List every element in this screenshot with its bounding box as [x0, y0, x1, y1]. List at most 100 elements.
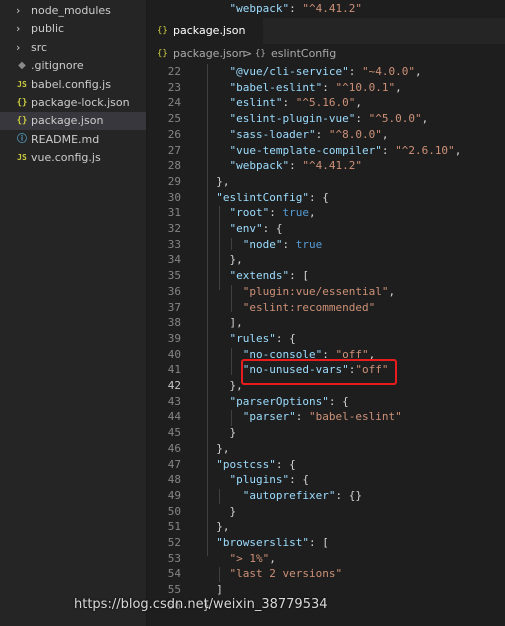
- sidebar-item[interactable]: ◆ .gitignore: [0, 57, 146, 75]
- sidebar-item[interactable]: › src: [0, 39, 146, 57]
- json-file-icon: {}: [157, 26, 168, 36]
- line-text: "parserOptions": {: [229, 394, 349, 408]
- sidebar-item[interactable]: › node_modules: [0, 2, 146, 20]
- code-line: 28 "webpack": "^4.41.2": [147, 158, 505, 174]
- tab-package-json[interactable]: {} package.json: [147, 18, 263, 44]
- line-text: "postcss": {: [216, 457, 296, 471]
- line-text: "sass-loader": "^8.0.0",: [229, 127, 389, 141]
- line-number: 45: [167, 426, 181, 440]
- sidebar-item-label: package-lock.json: [31, 96, 130, 109]
- line-number: 42: [167, 379, 181, 392]
- indent-guide: [231, 238, 232, 250]
- tab-bar: {} package.json: [147, 18, 505, 44]
- code-line: 33 "node": true: [147, 237, 505, 253]
- tab-label: package.json: [173, 24, 246, 37]
- line-text: },: [229, 379, 243, 392]
- line-number: 22: [167, 65, 181, 78]
- code-line: 47 "postcss": {: [147, 457, 505, 473]
- code-line: 39 "rules": {: [147, 331, 505, 347]
- breadcrumb-file[interactable]: package.json: [173, 44, 245, 64]
- line-text: "autoprefixer": {}: [242, 488, 362, 502]
- line-number: 29: [167, 174, 181, 188]
- code-line: 37 "eslint:recommended": [147, 300, 505, 316]
- code-line: 32 "env": {: [147, 221, 505, 237]
- indent-guide: [231, 348, 232, 375]
- code-line: 43 "parserOptions": {: [147, 394, 505, 410]
- sidebar-item[interactable]: JS babel.config.js: [0, 76, 146, 94]
- sidebar-item-label: .gitignore: [31, 59, 84, 73]
- line-number: 46: [167, 441, 181, 455]
- sidebar-item[interactable]: ⓘ README.md: [0, 131, 146, 149]
- line-text: "eslint-plugin-vue": "^5.0.0",: [229, 112, 429, 126]
- sidebar-item[interactable]: {} package.json: [0, 112, 146, 131]
- code-line: 46 },: [147, 441, 505, 457]
- sidebar-item[interactable]: › public: [0, 20, 146, 38]
- indent-guide: [207, 64, 208, 556]
- line-text: "webpack": "^4.41.2": [229, 159, 362, 173]
- code-line: 23 "babel-eslint": "^10.0.1",: [147, 80, 505, 96]
- breadcrumb: {} package.json > {} eslintConfig: [147, 44, 505, 64]
- chevron-right-icon: ›: [16, 40, 21, 54]
- line-number: 28: [167, 159, 181, 173]
- line-number: 40: [167, 347, 181, 361]
- line-number: 55: [167, 583, 181, 597]
- line-number: 34: [167, 253, 181, 267]
- code-line: 44 "parser": "babel-eslint": [147, 409, 505, 425]
- line-number: 50: [167, 504, 181, 518]
- line-text: "node": true: [242, 237, 323, 251]
- line-text: "vue-template-compiler": "^2.6.10",: [229, 143, 462, 157]
- line-number: 27: [167, 143, 181, 157]
- chevron-right-icon: ›: [16, 4, 21, 17]
- line-number: 43: [167, 394, 181, 408]
- line-text: },: [229, 253, 243, 267]
- json-file-icon: {}: [16, 116, 28, 127]
- line-text: ],: [229, 316, 243, 330]
- code-line: 51 },: [147, 519, 505, 535]
- line-text: "eslintConfig": {: [216, 190, 329, 204]
- line-number: 39: [167, 331, 181, 345]
- breadcrumb-symbol[interactable]: eslintConfig: [271, 44, 336, 64]
- highlight-annotation-box: [241, 359, 397, 385]
- line-number: 51: [167, 520, 181, 534]
- code-line: 29 },: [147, 174, 505, 190]
- code-line: 53 "> 1%",: [147, 551, 505, 567]
- line-text: "eslint:recommended": [242, 300, 376, 314]
- line-text: "parser": "babel-eslint": [242, 410, 402, 424]
- line-number: 47: [167, 457, 181, 471]
- json-file-icon: {}: [16, 98, 28, 108]
- chevron-right-icon: >: [243, 47, 253, 60]
- indent-guide: [219, 206, 220, 290]
- sidebar-item[interactable]: JS vue.config.js: [0, 149, 146, 167]
- sticky-previous-line: 28 "webpack": "^4.41.2": [147, 0, 505, 31]
- line-text: "env": {: [229, 222, 283, 235]
- code-line: 24 "eslint": "^5.16.0",: [147, 95, 505, 111]
- watermark: https://blog.csdn.net/weixin_38779534: [74, 597, 328, 612]
- sidebar-item-label: babel.config.js: [31, 77, 111, 91]
- sidebar-item-label: package.json: [31, 114, 104, 128]
- code-line: 25 "eslint-plugin-vue": "^5.0.0",: [147, 111, 505, 127]
- json-file-icon: {}: [157, 49, 168, 59]
- line-number: 38: [167, 316, 181, 330]
- object-icon: {}: [255, 49, 266, 59]
- code-line: 49 "autoprefixer": {}: [147, 488, 505, 504]
- line-text: "babel-eslint": "^10.0.1",: [229, 80, 402, 94]
- line-number: 52: [167, 536, 181, 549]
- line-number: 36: [167, 284, 181, 298]
- sidebar-item[interactable]: {} package-lock.json: [0, 94, 146, 112]
- line-number: 54: [167, 567, 181, 581]
- sidebar-item-label: public: [31, 22, 65, 36]
- code-line: 30 "eslintConfig": {: [147, 190, 505, 206]
- line-text: "eslint": "^5.16.0",: [229, 96, 362, 110]
- code-area[interactable]: 22 "@vue/cli-service": "~4.0.0", 23 "babe…: [147, 0, 505, 626]
- code-line: 54 "last 2 versions": [147, 566, 505, 582]
- code-line: 45 }: [147, 425, 505, 441]
- line-number: 26: [167, 127, 181, 141]
- explorer-sidebar: › node_modules › public › src ◆ .gitignore JS bab…: [0, 0, 147, 626]
- line-number: 53: [167, 551, 181, 565]
- line-text: "browserslist": [: [216, 536, 329, 549]
- line-number: 48: [167, 473, 181, 487]
- line-text: "> 1%",: [229, 551, 276, 565]
- line-text: "last 2 versions": [229, 567, 343, 581]
- js-file-icon: JS: [17, 153, 27, 163]
- line-text: "@vue/cli-service": "~4.0.0",: [229, 65, 422, 78]
